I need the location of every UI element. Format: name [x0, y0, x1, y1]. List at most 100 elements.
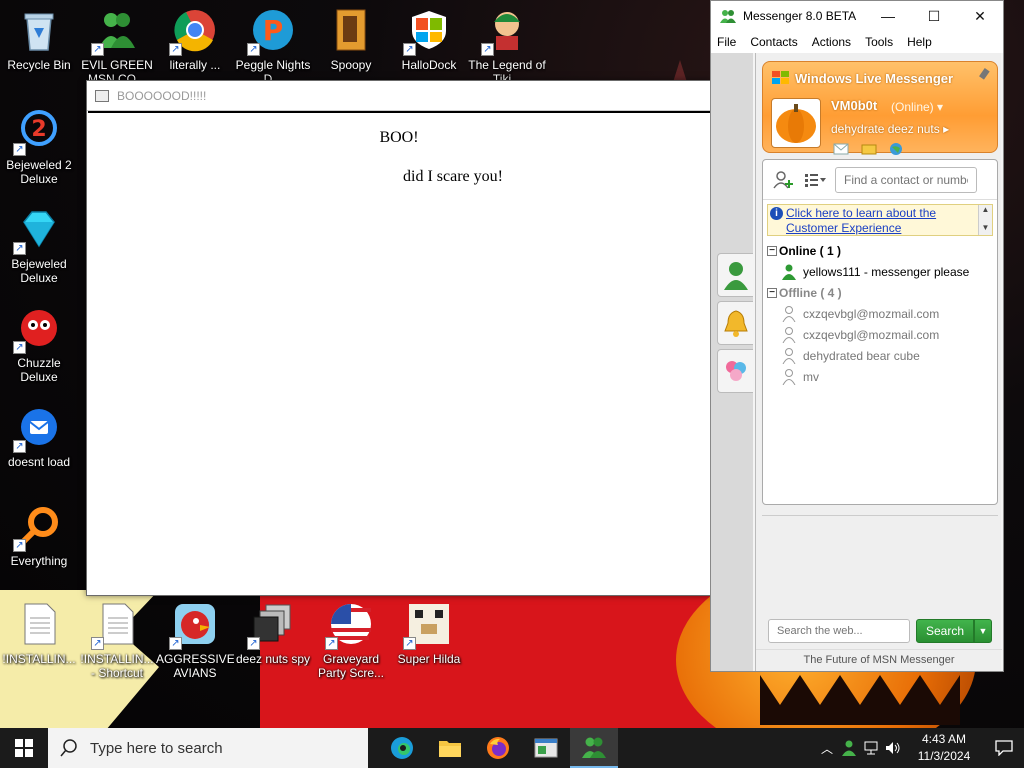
desktop-icon-graveyard-party[interactable]: ↗ Graveyard Party Scre...: [312, 602, 390, 680]
menu-tools[interactable]: Tools: [865, 35, 893, 49]
group-online[interactable]: − Online ( 1 ): [763, 240, 997, 261]
desktop-icon-doesnt-load[interactable]: ↗ doesnt load: [0, 405, 78, 469]
tab-alerts[interactable]: [717, 301, 753, 345]
desktop-icon-peggle[interactable]: P ↗ Peggle Nights D...: [234, 8, 312, 86]
status-text: (Online): [891, 100, 934, 114]
desktop-icon-chrome[interactable]: ↗ literally ...: [156, 8, 234, 72]
taskbar-search-box[interactable]: Type here to search: [48, 728, 368, 768]
offline-buddy-icon: [781, 305, 797, 322]
contact-search-input[interactable]: [835, 166, 977, 193]
menu-file[interactable]: File: [717, 35, 736, 49]
taskbar-messenger[interactable]: [570, 728, 618, 768]
desktop-icon-deez-nuts-spy[interactable]: ↗ deez nuts spy: [234, 602, 312, 666]
tray-messenger-icon[interactable]: [838, 728, 860, 768]
tab-strip: [711, 53, 753, 671]
taskbar-app-window[interactable]: [522, 728, 570, 768]
add-contact-icon[interactable]: [769, 169, 797, 191]
contact-item[interactable]: yellows111 - messenger please: [763, 261, 997, 282]
web-search-input[interactable]: [768, 619, 910, 643]
customer-experience-link[interactable]: Click here to learn about the Customer E…: [786, 206, 976, 236]
window-stack-icon: ↗: [247, 602, 295, 650]
paint-brush-icon[interactable]: [979, 68, 993, 87]
taskbar-firefox[interactable]: [474, 728, 522, 768]
contact-item[interactable]: mv: [763, 366, 997, 387]
magnifier-icon: ↗: [13, 504, 61, 552]
desktop-icon-legend-tiki[interactable]: ↗ The Legend of Tiki...: [468, 8, 546, 86]
avatar[interactable]: [771, 98, 821, 148]
desktop-icon-label: !INSTALLIN... - Shortcut: [80, 652, 154, 680]
collapse-icon[interactable]: −: [767, 287, 777, 298]
notice-scrollbar[interactable]: ▲ ▼: [978, 205, 992, 235]
contact-item[interactable]: cxzqevbgl@mozmail.com: [763, 303, 997, 324]
contact-item[interactable]: dehydrated bear cube: [763, 345, 997, 366]
volume-icon[interactable]: [882, 728, 904, 768]
messenger-titlebar[interactable]: Messenger 8.0 BETA — ☐ ✕: [711, 1, 1003, 31]
start-button[interactable]: [0, 728, 48, 768]
boo-heading: BOO!: [379, 129, 419, 146]
shortcut-arrow-icon: ↗: [13, 242, 26, 255]
menu-actions[interactable]: Actions: [812, 35, 851, 49]
contact-groups: − Online ( 1 ) yellows111 - messenger pl…: [763, 240, 997, 387]
tab-contacts[interactable]: [717, 253, 753, 297]
display-name[interactable]: VM0b0t: [831, 98, 877, 113]
desktop-icon-recycle-bin[interactable]: Recycle Bin: [0, 8, 78, 72]
contact-toolbar: [763, 160, 997, 200]
personal-message[interactable]: dehydrate deez nuts ▸: [831, 122, 949, 136]
app-window-icon: [534, 738, 558, 758]
boo-message: did I scare you!: [403, 168, 503, 185]
desktop-icon-aggressive-avians[interactable]: ↗ AGGRESSIVE AVIANS: [156, 602, 234, 680]
collapse-icon[interactable]: −: [767, 245, 777, 256]
shortcut-arrow-icon: ↗: [91, 637, 104, 650]
network-icon[interactable]: [860, 728, 882, 768]
menu-contacts[interactable]: Contacts: [750, 35, 797, 49]
info-icon: i: [770, 207, 783, 220]
firefox-icon: [487, 737, 509, 759]
menu-help[interactable]: Help: [907, 35, 932, 49]
brand-label: Windows Live Messenger: [795, 70, 954, 86]
shortcut-arrow-icon: ↗: [481, 43, 494, 56]
close-button[interactable]: ✕: [957, 1, 1003, 31]
desktop-icon-spoopy[interactable]: Spoopy: [312, 8, 390, 72]
taskbar-search-text: Type here to search: [90, 739, 223, 757]
desktop-icon-installing[interactable]: !INSTALLIN...: [0, 602, 78, 666]
messenger-menubar: File Contacts Actions Tools Help: [711, 31, 1003, 53]
desktop-icon-label: Graveyard Party Scre...: [317, 652, 385, 680]
desktop-icon-label: doesnt load: [7, 455, 71, 469]
list-options-icon[interactable]: [801, 169, 829, 191]
desktop-icon-hallodock[interactable]: ↗ HalloDock: [390, 8, 468, 72]
windows-logo-icon: [771, 70, 791, 86]
desktop-icon-label: Everything: [10, 554, 68, 568]
chevron-up-icon[interactable]: ︿: [816, 728, 838, 768]
maximize-button[interactable]: ☐: [911, 1, 957, 31]
desktop-icon-evil-green-msn[interactable]: ↗ EVIL GREEN MSN CO...: [78, 8, 156, 86]
search-dropdown-button[interactable]: ▼: [974, 619, 992, 643]
tab-spaces[interactable]: [717, 349, 753, 393]
messenger-window-title: Messenger 8.0 BETA: [743, 9, 857, 23]
search-button[interactable]: Search: [916, 619, 974, 643]
contact-name: mv: [803, 369, 819, 384]
boo-popup-window[interactable]: BOOOOOOD!!!!! BOO! did I scare you!: [86, 80, 712, 596]
messenger-window[interactable]: Messenger 8.0 BETA — ☐ ✕ File Contacts A…: [710, 0, 1004, 672]
clock[interactable]: 4:43 AM 11/3/2024: [904, 731, 984, 765]
group-offline[interactable]: − Offline ( 4 ): [763, 282, 997, 303]
status-dropdown[interactable]: (Online) ▾: [891, 100, 943, 114]
taskbar-file-explorer[interactable]: [426, 728, 474, 768]
contact-item[interactable]: cxzqevbgl@mozmail.com: [763, 324, 997, 345]
desktop-icon-everything[interactable]: ↗ Everything: [0, 504, 78, 568]
shortcut-arrow-icon: ↗: [13, 440, 26, 453]
desktop-icon-bejeweled2[interactable]: 2 ↗ Bejeweled 2 Deluxe: [0, 108, 78, 186]
bell-icon: [723, 310, 748, 337]
desktop-icon-label: Bejeweled Deluxe: [11, 257, 67, 285]
desktop-icon-label: Spoopy: [330, 58, 372, 72]
taskbar-edge[interactable]: [378, 728, 426, 768]
desktop-icon-bejeweled[interactable]: ↗ Bejeweled Deluxe: [0, 207, 78, 285]
desktop-icon-super-hilda[interactable]: ↗ Super Hilda: [390, 602, 468, 666]
desktop-icon-installing-shortcut[interactable]: ↗ !INSTALLIN... - Shortcut: [78, 602, 156, 680]
notification-center-button[interactable]: [984, 728, 1024, 768]
minimize-button[interactable]: —: [865, 1, 911, 31]
boo-titlebar[interactable]: BOOOOOOD!!!!!: [87, 81, 711, 111]
messenger-body: Windows Live Messenger VM0b0t (Online) ▾…: [711, 53, 1003, 671]
edge-icon: [391, 737, 413, 759]
contact-name: yellows111 - messenger please: [803, 264, 970, 279]
desktop-icon-chuzzle[interactable]: ↗ Chuzzle Deluxe: [0, 306, 78, 384]
